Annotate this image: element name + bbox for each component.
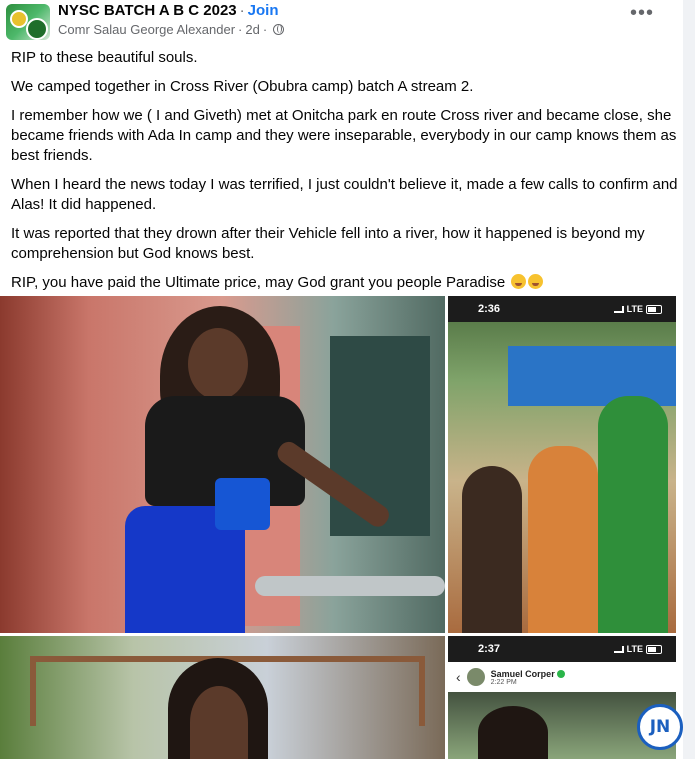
photo-person-head xyxy=(478,706,548,759)
jn-watermark-logo: JN xyxy=(637,704,683,750)
verified-icon xyxy=(556,670,565,679)
status-time-2: 2:37 xyxy=(478,643,501,655)
photo-grid: 2:36 LTE 2:37 LTE ‹ Samuel Corper 2:22 P… xyxy=(0,296,676,759)
post-paragraph: When I heard the news today I was terrif… xyxy=(11,176,678,213)
avatar-logo-mark xyxy=(10,10,28,28)
post-paragraph-text: RIP, you have paid the Ultimate price, m… xyxy=(11,274,506,291)
photo-canopy xyxy=(508,346,676,406)
photo-woman-railing[interactable] xyxy=(0,296,445,633)
back-arrow-icon: ‹ xyxy=(456,669,461,685)
chat-time: 2:22 PM xyxy=(490,678,517,686)
post-paragraph: We camped together in Cross River (Obubr… xyxy=(11,78,474,95)
post-paragraph: I remember how we ( I and Giveth) met at… xyxy=(11,107,677,164)
chat-avatar xyxy=(466,668,485,686)
post-paragraph-last: RIP, you have paid the Ultimate price, m… xyxy=(11,273,681,293)
avatar-logo-mark-2 xyxy=(26,18,48,40)
post-text: RIP to these beautiful souls. We camped … xyxy=(11,48,681,302)
status-time: 2:36 xyxy=(478,303,501,315)
signal-icon xyxy=(613,305,624,313)
network-label-2: LTE xyxy=(626,644,643,654)
photo-person-center xyxy=(528,446,598,633)
post-meta: Comr Salau George Alexander · 2d · xyxy=(58,22,285,37)
photo-person-right xyxy=(598,396,668,633)
phone-status-bar-2: 2:37 LTE xyxy=(448,636,676,662)
chat-header: ‹ Samuel Corper 2:22 PM xyxy=(448,662,676,692)
meta-separator-2: · xyxy=(262,22,268,37)
battery-icon-2 xyxy=(646,644,662,654)
photo-cultural-event[interactable]: 2:36 LTE xyxy=(448,296,676,633)
network-label: LTE xyxy=(626,304,643,314)
post-paragraph: RIP to these beautiful souls. xyxy=(11,49,198,66)
signal-icon-2 xyxy=(613,645,624,653)
emoji-cry-icon xyxy=(511,274,527,289)
battery-icon xyxy=(646,304,662,314)
group-name-link[interactable]: NYSC BATCH A B C 2023 xyxy=(58,2,237,19)
photo-person-face-2 xyxy=(190,686,248,759)
status-right: LTE xyxy=(613,304,662,314)
status-right-2: LTE xyxy=(613,644,662,654)
globe-icon xyxy=(273,24,285,35)
post-paragraph: It was reported that they drown after th… xyxy=(11,225,645,262)
photo-blue-bag xyxy=(215,478,270,530)
join-button[interactable]: Join xyxy=(248,2,279,19)
post-title-line: NYSC BATCH A B C 2023 · Join xyxy=(58,2,279,19)
author-link[interactable]: Comr Salau George Alexander xyxy=(58,22,235,37)
chat-contact-name: Samuel Corper xyxy=(491,669,565,679)
photo-person-left xyxy=(462,466,522,633)
post-time[interactable]: 2d xyxy=(245,22,259,37)
photo-person-face xyxy=(188,328,248,400)
chat-contact-name-text: Samuel Corper xyxy=(490,668,555,679)
more-options-button[interactable]: ••• xyxy=(628,3,656,28)
meta-separator: · xyxy=(238,22,243,37)
photo-railing xyxy=(255,576,445,596)
title-separator: · xyxy=(239,2,245,19)
photo-woman-balcony[interactable] xyxy=(0,636,445,759)
scrollbar[interactable] xyxy=(683,0,695,759)
phone-status-bar: 2:36 LTE xyxy=(448,296,676,322)
group-avatar[interactable] xyxy=(6,4,50,40)
post-header: NYSC BATCH A B C 2023 · Join Comr Salau Ge… xyxy=(0,0,695,44)
emoji-sad-icon xyxy=(528,274,544,289)
chat-info: Samuel Corper 2:22 PM xyxy=(491,669,565,686)
